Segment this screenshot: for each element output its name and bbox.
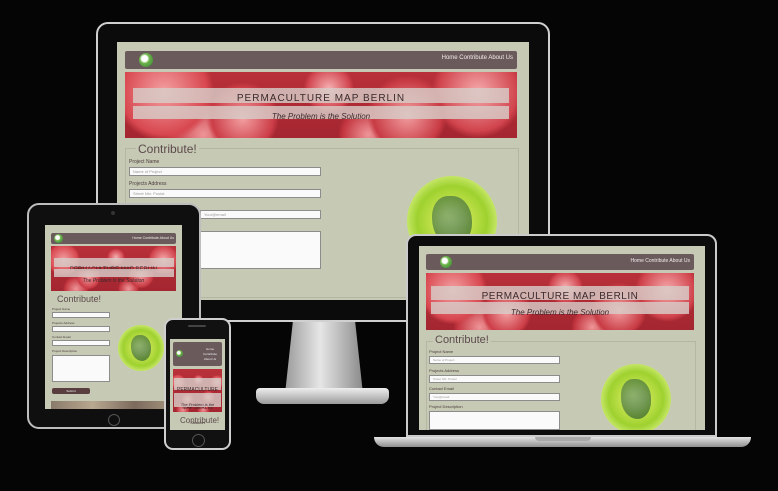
laptop-email-label: Contact Email [429,386,454,391]
site-logo-icon[interactable] [139,53,153,67]
tablet-plant-image [118,325,164,371]
laptop-address-label: Projects Address [429,368,460,373]
tablet-project-name-label: Project Name [52,307,71,311]
phone-navbar: Home Contribute About Us [173,342,222,366]
laptop-project-name-input[interactable]: Name of Project [429,356,560,364]
tablet-camera-icon [111,211,115,215]
desktop-stand-base [256,388,389,404]
laptop-address-input[interactable]: Street Nbr. Postal [429,375,560,383]
phone-home-button[interactable] [192,434,205,447]
desktop-stand-neck [285,322,363,394]
laptop-nav-links[interactable]: Home Contribute About Us [631,258,690,264]
laptop-hero-title-band: PERMACULTURE MAP BERLIN [431,286,689,302]
tablet-footer-strip [51,401,176,409]
desktop-address-input[interactable]: Street Nbr. Postal [129,189,321,198]
desktop-contribute-heading: Contribute! [136,142,199,156]
tablet-hero-subtitle-band: The Problem is the Solution [53,269,174,284]
tablet-home-button[interactable] [108,414,120,426]
laptop-contribute-heading: Contribute! [433,334,491,346]
laptop-logo-icon[interactable] [440,256,452,268]
laptop-hero-subtitle: The Problem is the Solution [510,308,610,317]
tablet-description-textarea[interactable] [52,355,110,382]
laptop-project-name-label: Project Name [429,349,454,354]
phone-speaker [188,325,206,327]
desktop-email-input[interactable]: Your@email [200,210,321,219]
desktop-hero: PERMACULTURE MAP BERLIN The Problem is t… [125,72,517,138]
laptop-navbar: Home Contribute About Us [426,254,694,270]
tablet-contribute-heading: Contribute! [57,294,102,304]
desktop-hero-title-band: PERMACULTURE MAP BERLIN [132,88,510,104]
laptop-description-textarea[interactable] [429,411,560,430]
laptop-description-label: Project Description [429,404,463,409]
tablet-description-label: Project Description [52,349,78,353]
laptop-hero-title: PERMACULTURE MAP BERLIN [481,291,639,302]
desktop-description-textarea[interactable] [200,231,321,269]
phone-contribute-heading: Contribute! [180,416,220,425]
desktop-address-label: Projects Address [129,181,167,187]
desktop-navbar: Home Contribute About Us [125,51,517,69]
tablet-address-input[interactable] [52,326,110,332]
laptop-hinge-notch [535,437,591,441]
laptop-email-input[interactable]: Your@email [429,393,560,401]
phone-hero-subtitle-band: The Problem is the Solution [174,393,221,425]
desktop-project-name-label: Project Name [129,159,160,165]
tablet-hero-subtitle: The Problem is the Solution [82,278,145,284]
laptop-hero-subtitle-band: The Problem is the Solution [431,302,689,317]
phone-screen: Home Contribute About Us PERMACULTURE MA… [170,339,225,430]
tablet-hero-title-band: PERMACULTURE MAP BERLIN [53,258,174,273]
tablet-email-label: Contact Email [52,335,71,339]
desktop-hero-title: PERMACULTURE MAP BERLIN [236,93,406,104]
phone-hero-title-band: PERMACULTURE MAP BERLIN [174,378,221,411]
desktop-hero-subtitle-band: The Problem is the Solution [132,106,510,121]
tablet-screen: Home Contribute About Us PERMACULTURE MA… [45,225,182,409]
laptop-screen: Home Contribute About Us PERMACULTURE MA… [419,246,705,430]
laptop-hero: PERMACULTURE MAP BERLIN The Problem is t… [426,273,694,330]
tablet-navbar: Home Contribute About Us [51,233,176,244]
laptop-plant-image [601,364,671,430]
tablet-nav-links[interactable]: Home Contribute About Us [132,236,174,240]
tablet-hero: PERMACULTURE MAP BERLIN The Problem is t… [51,246,176,291]
tablet-submit-button[interactable]: Submit [52,388,90,394]
desktop-hero-subtitle: The Problem is the Solution [271,112,371,121]
phone-hero: PERMACULTURE MAP BERLIN The Problem is t… [173,369,222,425]
tablet-email-input[interactable] [52,340,110,346]
phone-nav-links[interactable]: Home Contribute About Us [201,347,219,362]
desktop-project-name-input[interactable]: Name of Project [129,167,321,176]
phone-logo-icon[interactable] [176,350,183,357]
desktop-nav-links[interactable]: Home Contribute About Us [442,55,513,61]
tablet-logo-icon[interactable] [54,234,63,243]
tablet-project-name-input[interactable] [52,312,110,318]
tablet-address-label: Projects Address [52,321,75,325]
